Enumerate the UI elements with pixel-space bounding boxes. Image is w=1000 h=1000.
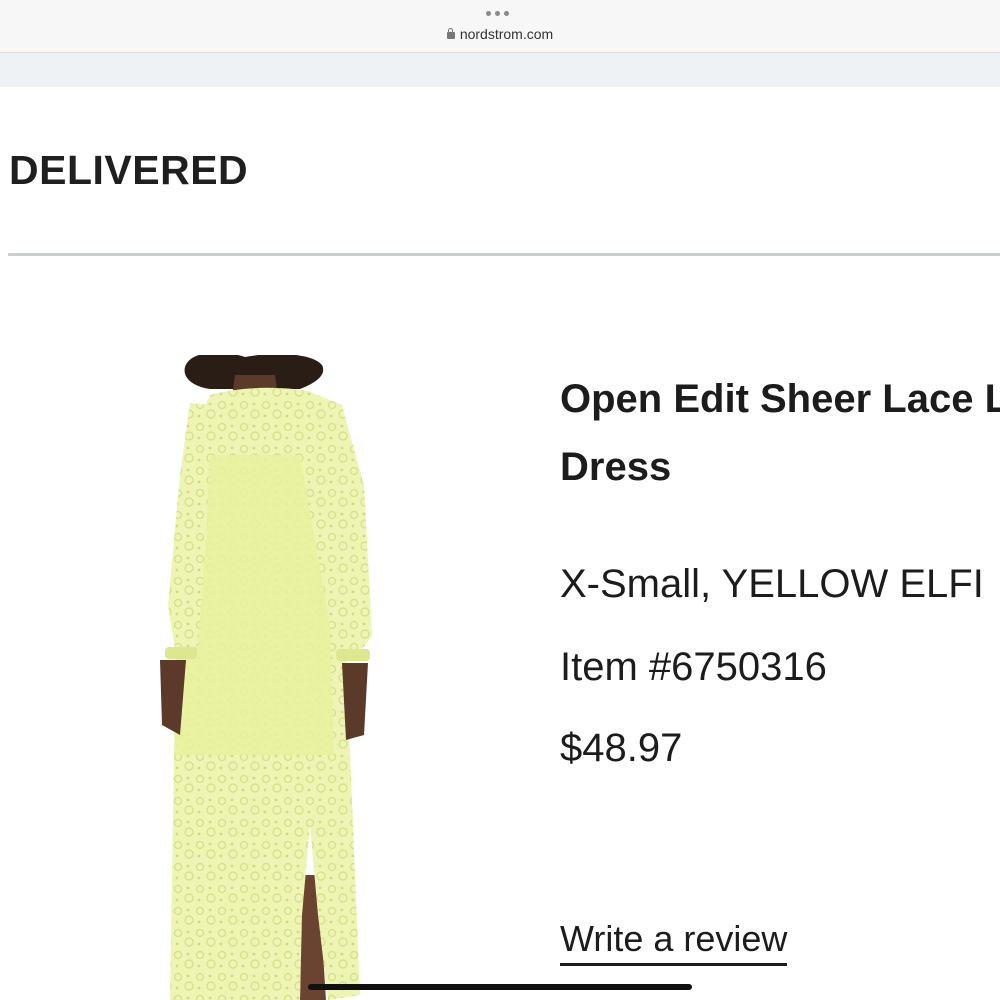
write-review-link[interactable]: Write a review <box>560 918 788 966</box>
browser-subbar <box>0 53 1000 87</box>
product-image[interactable] <box>150 352 390 1000</box>
browser-url-bar[interactable]: nordstrom.com <box>0 0 1000 53</box>
url-display[interactable]: nordstrom.com <box>0 26 1000 42</box>
product-variant: X-Small, YELLOW ELFI <box>560 562 984 606</box>
more-options-icon[interactable] <box>486 11 509 16</box>
product-title[interactable]: Open Edit Sheer Lace L Dress <box>560 365 1000 501</box>
item-number: Item #6750316 <box>560 645 827 689</box>
screen: nordstrom.com DELIVERED Open Edit Sheer … <box>0 0 1000 1000</box>
product-title-line1: Open Edit Sheer Lace L <box>560 377 1000 421</box>
lock-icon <box>446 28 455 39</box>
order-status-heading: DELIVERED <box>9 147 249 193</box>
product-title-line2: Dress <box>560 445 672 489</box>
url-text: nordstrom.com <box>459 26 554 42</box>
section-divider <box>8 253 1000 256</box>
home-indicator[interactable] <box>308 984 692 990</box>
product-price: $48.97 <box>560 726 683 770</box>
